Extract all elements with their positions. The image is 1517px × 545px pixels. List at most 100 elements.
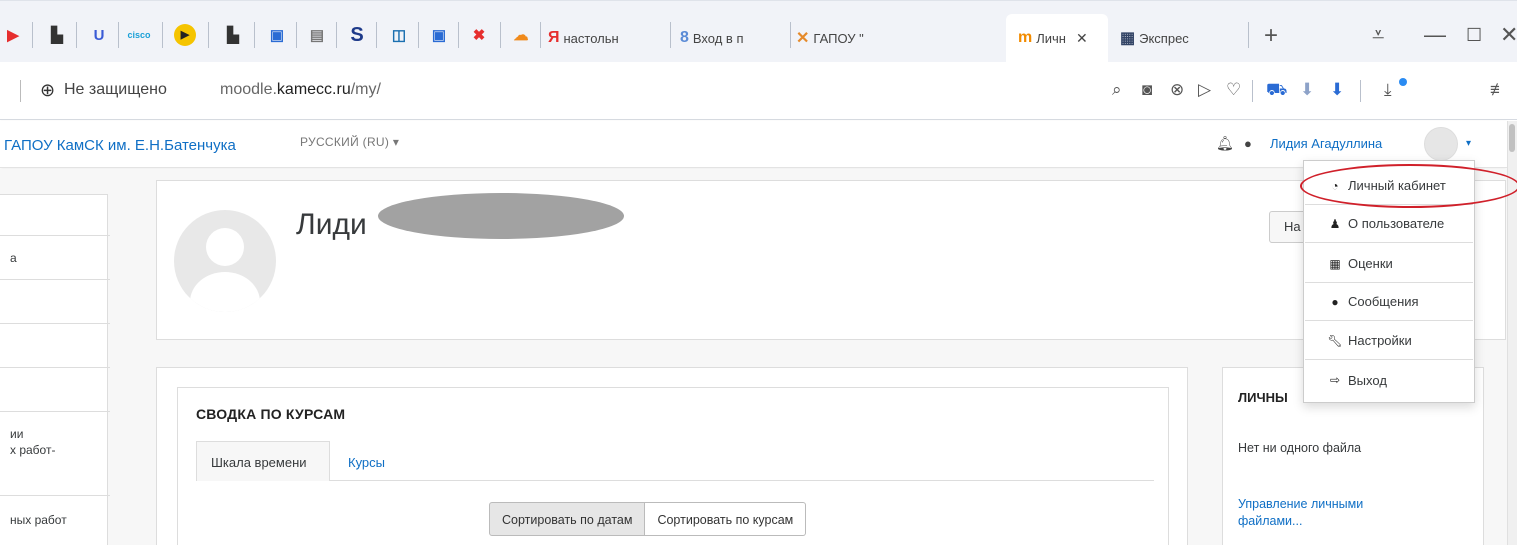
redaction-overlay	[378, 193, 624, 239]
bell-icon[interactable]: 🔔︎	[1216, 135, 1234, 152]
browser-tab[interactable]: 8 Вход в п	[680, 14, 788, 62]
sort-by-dates-button[interactable]: Сортировать по датам	[489, 502, 646, 536]
nav-item[interactable]	[0, 368, 110, 412]
maximize-button[interactable]: ☐	[1466, 25, 1482, 46]
downloads-icon[interactable]: ⤓	[1384, 80, 1392, 100]
menu-item-label: Настройки	[1348, 333, 1412, 348]
menu-item-grades[interactable]: ▦ Оценки	[1305, 245, 1473, 283]
avatar[interactable]	[1424, 127, 1458, 161]
chat-icon[interactable]: ●	[1244, 136, 1252, 151]
browser-tab[interactable]: ✕ ГАПОУ "	[796, 14, 908, 62]
sort-by-courses-button[interactable]: Сортировать по курсам	[645, 502, 807, 536]
menu-item-label: Сообщения	[1348, 294, 1419, 309]
tab-label: Экспрес	[1139, 30, 1189, 46]
globe-icon[interactable]: ⊕	[40, 80, 55, 101]
site-name-link[interactable]: ГАПОУ КамСК им. Е.Н.Батенчука	[4, 137, 236, 154]
nav-item[interactable]	[0, 324, 110, 368]
tab-divider	[32, 22, 33, 48]
tab-divider	[162, 22, 163, 48]
tab-divider	[1248, 22, 1249, 48]
file-icon[interactable]: ▙	[46, 24, 68, 46]
url-field[interactable]: moodle.kamecc.ru/my/	[220, 81, 381, 99]
file-icon[interactable]: ▙	[222, 24, 244, 46]
sort-button-group: Сортировать по датам Сортировать по курс…	[489, 502, 807, 536]
tabs-menu-icon[interactable]: ⩡	[1372, 22, 1384, 48]
cloud-icon[interactable]: ☁	[510, 24, 532, 46]
login-icon: 8	[680, 29, 689, 46]
block-title: СВОДКА ПО КУРСАМ	[196, 406, 346, 422]
yandex-icon: Я	[548, 29, 560, 46]
puzzle-icon[interactable]: ▣	[266, 24, 288, 46]
u-app-icon[interactable]: U	[88, 24, 110, 46]
tab-divider	[500, 22, 501, 48]
cross-app-icon[interactable]: ✖	[468, 24, 490, 46]
menu-item-preferences[interactable]: 🔧︎ Настройки	[1305, 322, 1473, 360]
tab-divider	[336, 22, 337, 48]
nav-item[interactable]: ии х работ-	[0, 412, 110, 496]
minimize-button[interactable]: —	[1424, 22, 1446, 48]
address-divider	[20, 80, 21, 102]
block-title: ЛИЧНЫ	[1238, 390, 1288, 405]
send-icon[interactable]: ▷	[1198, 80, 1211, 100]
nav-item[interactable]: а	[0, 236, 110, 280]
tab-label: ГАПОУ "	[813, 30, 864, 46]
tab-divider	[790, 22, 791, 48]
user-menu-name[interactable]: Лидия Агадуллина	[1270, 136, 1382, 151]
tab-divider	[418, 22, 419, 48]
camera-icon[interactable]: ◙	[1142, 80, 1152, 100]
tab-divider	[208, 22, 209, 48]
window-icon[interactable]: ◫	[388, 24, 410, 46]
grid-icon: ▦	[1120, 30, 1136, 47]
notification-dot-icon	[1399, 78, 1407, 86]
menu-item-label: О пользователе	[1348, 216, 1445, 231]
chevron-down-icon[interactable]: ▾	[1466, 138, 1471, 149]
table-icon: ▦	[1329, 256, 1341, 271]
tab-label: Личн	[1036, 30, 1066, 46]
s-app-icon[interactable]: S	[346, 24, 368, 46]
tab-timeline[interactable]: Шкала времени	[196, 441, 330, 481]
close-tab-icon[interactable]: ✕	[1076, 30, 1088, 47]
tab-divider	[118, 22, 119, 48]
tab-divider	[458, 22, 459, 48]
cisco-icon[interactable]: cisco	[128, 24, 151, 46]
download-arrow-icon[interactable]: ⬇	[1300, 80, 1314, 100]
play-icon[interactable]: ▶	[174, 24, 196, 46]
comment-icon: ●	[1331, 294, 1339, 309]
download-box-icon[interactable]: ⬇	[1330, 80, 1344, 100]
menu-item-label: Выход	[1348, 372, 1387, 388]
manage-files-link[interactable]: Управление личными файлами...	[1238, 496, 1408, 530]
url-prefix: moodle.	[220, 81, 277, 98]
menu-item-profile[interactable]: ♟ О пользователе	[1305, 205, 1473, 243]
scrollbar-thumb[interactable]	[1509, 124, 1515, 152]
puzzle-icon[interactable]: ▣	[428, 24, 450, 46]
nav-item[interactable]: ных работ	[0, 496, 110, 545]
nav-item[interactable]	[0, 280, 110, 324]
new-tab-button[interactable]: +	[1264, 22, 1278, 50]
menu-item-label: Оценки	[1348, 256, 1393, 271]
close-window-button[interactable]: ✕	[1500, 22, 1517, 48]
sign-out-icon: ⇨	[1329, 373, 1341, 387]
search-icon[interactable]: ⌕	[1112, 80, 1122, 100]
nav-item[interactable]	[0, 194, 110, 236]
address-divider	[1360, 80, 1361, 102]
tab-divider	[76, 22, 77, 48]
wrench-icon: 🔧︎	[1327, 333, 1343, 348]
tab-courses[interactable]: Курсы	[348, 455, 385, 470]
heart-icon[interactable]: ♡	[1226, 80, 1241, 100]
profile-avatar	[174, 210, 276, 312]
tab-divider	[296, 22, 297, 48]
browser-tab[interactable]: Я настольн	[548, 14, 668, 62]
youtube-icon[interactable]: ▶	[2, 24, 24, 46]
block-icon[interactable]: ⊗	[1170, 80, 1184, 100]
menu-item-logout[interactable]: ⇨ Выход	[1305, 361, 1473, 399]
tab-divider	[670, 22, 671, 48]
browser-tab[interactable]: ▦ Экспрес	[1120, 14, 1240, 62]
language-menu[interactable]: РУССКИЙ (RU) ▾	[300, 135, 399, 149]
moodle-icon: m	[1018, 29, 1033, 46]
cart-icon[interactable]: ⛟	[1266, 80, 1287, 102]
menu-item-messages[interactable]: ● Сообщения	[1305, 283, 1473, 321]
tools-icon[interactable]: ▤	[306, 24, 328, 46]
browser-tab-active[interactable]: m Личн ✕	[1006, 14, 1108, 62]
settings-sliders-icon[interactable]: ≢	[1490, 80, 1507, 100]
security-label[interactable]: Не защищено	[64, 81, 167, 99]
